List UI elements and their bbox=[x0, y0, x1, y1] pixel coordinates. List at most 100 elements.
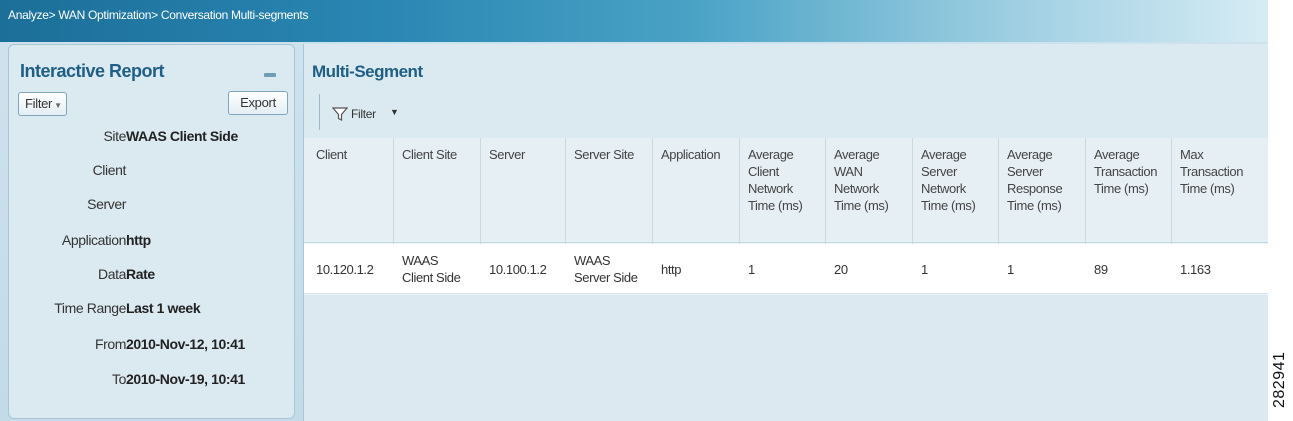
table-cell: 1 bbox=[921, 261, 928, 278]
chevron-down-icon[interactable]: ▼ bbox=[390, 107, 399, 117]
column-header[interactable]: Average Server Network Time (ms) bbox=[921, 146, 976, 214]
column-divider[interactable] bbox=[565, 138, 566, 244]
column-header-line: Average bbox=[1007, 147, 1053, 162]
column-divider[interactable] bbox=[912, 138, 913, 244]
column-divider[interactable] bbox=[652, 138, 653, 244]
field-label: Client bbox=[92, 162, 127, 178]
table-cell-line: 1 bbox=[921, 262, 928, 277]
column-header[interactable]: Server Site bbox=[574, 146, 634, 163]
column-header-line: Client Site bbox=[402, 147, 457, 162]
export-button[interactable]: Export bbox=[228, 91, 288, 115]
column-header-line: Average bbox=[1094, 147, 1140, 162]
filter-button[interactable]: Filter ▼ bbox=[18, 92, 67, 116]
column-header-line: Network bbox=[748, 181, 793, 196]
column-divider[interactable] bbox=[480, 138, 481, 244]
column-header-line: Max bbox=[1180, 147, 1204, 162]
toolbar-divider bbox=[319, 94, 320, 130]
field-application: Application http bbox=[9, 232, 296, 254]
field-label: Data bbox=[98, 266, 126, 282]
table-header: Client Client Site Server Server Site Applic… bbox=[304, 138, 1268, 244]
column-divider[interactable] bbox=[739, 138, 740, 244]
column-header-line: Transaction bbox=[1094, 164, 1158, 179]
column-header-line: Client bbox=[748, 164, 779, 179]
column-header-line: Server bbox=[1007, 164, 1043, 179]
minimize-icon[interactable] bbox=[264, 73, 276, 77]
chevron-down-icon: ▼ bbox=[54, 101, 62, 110]
field-label: Server bbox=[87, 196, 126, 212]
field-from: From 2010-Nov-12, 10:41 bbox=[9, 336, 296, 358]
field-client: Client bbox=[9, 162, 296, 184]
field-label: From bbox=[94, 336, 126, 352]
field-label: Application bbox=[61, 232, 126, 248]
column-header[interactable]: Average Server Response Time (ms) bbox=[1007, 146, 1063, 214]
field-to: To 2010-Nov-19, 10:41 bbox=[9, 371, 296, 393]
table-cell: 1.163 bbox=[1180, 261, 1211, 278]
column-divider[interactable] bbox=[825, 138, 826, 244]
column-header[interactable]: Max Transaction Time (ms) bbox=[1180, 146, 1243, 197]
column-header-line: Application bbox=[661, 147, 721, 162]
column-header-line: Server Site bbox=[574, 147, 634, 162]
table-cell-line: 89 bbox=[1094, 262, 1108, 277]
column-header-line: Server bbox=[921, 164, 957, 179]
table-cell-line: WAAS bbox=[574, 253, 611, 268]
field-server: Server bbox=[9, 196, 296, 218]
field-value: Rate bbox=[126, 266, 155, 282]
table-cell: 1 bbox=[748, 261, 755, 278]
table-cell-line: 1 bbox=[1007, 262, 1014, 277]
interactive-report-panel: Interactive Report Filter ▼ Export Site W… bbox=[8, 44, 295, 419]
table-cell-line: Client Side bbox=[402, 270, 461, 285]
figure-id-sidebar: 282941 bbox=[1268, 0, 1293, 421]
table-cell-line: 1 bbox=[748, 262, 755, 277]
table-cell-line: 20 bbox=[834, 262, 848, 277]
column-divider[interactable] bbox=[998, 138, 999, 244]
panel-title: Interactive Report bbox=[20, 61, 165, 81]
table-cell-line: WAAS bbox=[402, 253, 439, 268]
table-cell-line: 10.100.1.2 bbox=[489, 262, 547, 277]
table-row[interactable]: 10.120.1.2 WAAS Client Side 10.100.1.2 WAAS S… bbox=[304, 244, 1268, 294]
field-value: Last 1 week bbox=[126, 300, 201, 316]
table-cell: 10.100.1.2 bbox=[489, 261, 547, 278]
column-header[interactable]: Average WAN Network Time (ms) bbox=[834, 146, 889, 214]
column-divider[interactable] bbox=[1085, 138, 1086, 244]
table-cell-line: 1.163 bbox=[1180, 262, 1211, 277]
column-header[interactable]: Server bbox=[489, 146, 525, 163]
multi-segment-panel: Multi-Segment Filter ▼ Client Client Site… bbox=[303, 44, 1268, 421]
column-header-line: Average bbox=[921, 147, 967, 162]
table-cell: 1 bbox=[1007, 261, 1014, 278]
table-empty-area bbox=[304, 295, 1268, 421]
table-cell: WAAS Server Side bbox=[574, 252, 638, 286]
column-header-line: Average bbox=[748, 147, 794, 162]
field-value: http bbox=[126, 232, 151, 248]
column-header[interactable]: Application bbox=[661, 146, 721, 163]
top-bar: Analyze> WAN Optimization> Conversation … bbox=[0, 0, 1268, 42]
column-header[interactable]: Client Site bbox=[402, 146, 457, 163]
column-divider[interactable] bbox=[393, 138, 394, 244]
table-cell: WAAS Client Side bbox=[402, 252, 461, 286]
field-label: Time Range bbox=[54, 300, 126, 316]
column-header[interactable]: Client bbox=[316, 146, 347, 163]
column-header-line: Time (ms) bbox=[1007, 198, 1062, 213]
column-header-line: Network bbox=[921, 181, 966, 196]
table-cell: 89 bbox=[1094, 261, 1108, 278]
filter-button-label: Filter bbox=[25, 96, 53, 111]
column-header[interactable]: Average Transaction Time (ms) bbox=[1094, 146, 1157, 197]
column-header[interactable]: Average Client Network Time (ms) bbox=[748, 146, 803, 214]
column-header-line: Transaction bbox=[1180, 164, 1244, 179]
column-header-line: Time (ms) bbox=[1180, 181, 1235, 196]
column-header-line: Server bbox=[489, 147, 525, 162]
field-value: WAAS Client Side bbox=[126, 128, 238, 144]
column-header-line: Average bbox=[834, 147, 880, 162]
field-label: Site bbox=[103, 128, 126, 144]
field-value: 2010-Nov-12, 10:41 bbox=[126, 336, 245, 352]
field-site: Site WAAS Client Side bbox=[9, 128, 296, 150]
funnel-icon[interactable] bbox=[332, 106, 348, 122]
table-cell-line: Server Side bbox=[574, 270, 638, 285]
column-header-line: Time (ms) bbox=[1094, 181, 1149, 196]
data-table: Client Client Site Server Server Site Applic… bbox=[304, 138, 1268, 421]
column-header-line: Network bbox=[834, 181, 879, 196]
filter-menu-label[interactable]: Filter bbox=[351, 107, 376, 121]
page-title: Multi-Segment bbox=[312, 62, 423, 81]
column-divider[interactable] bbox=[1171, 138, 1172, 244]
field-data: Data Rate bbox=[9, 266, 296, 288]
table-cell-line: 10.120.1.2 bbox=[316, 262, 374, 277]
